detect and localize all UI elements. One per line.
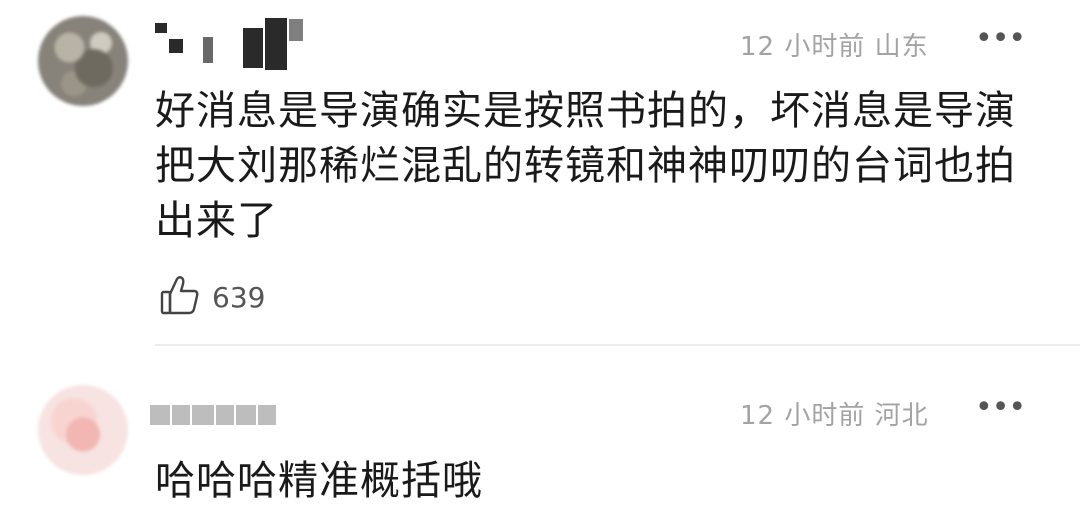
more-options-button[interactable]: ••• <box>975 24 1026 54</box>
like-count: 639 <box>212 280 266 314</box>
more-options-button[interactable]: ••• <box>975 393 1026 423</box>
avatar[interactable] <box>38 16 128 106</box>
username-pixelated[interactable] <box>150 403 276 427</box>
like-button[interactable]: 639 <box>160 274 265 320</box>
comment-text: 好消息是导演确实是按照书拍的，坏消息是导演把大刘那稀烂混乱的转镜和神神叨叨的台词… <box>155 88 1016 244</box>
avatar[interactable] <box>38 385 128 475</box>
comment-meta: 12 小时前 河北 <box>740 401 929 431</box>
thumbs-up-icon <box>160 274 200 320</box>
comment-meta: 12 小时前 山东 <box>740 32 929 62</box>
username-pixelated[interactable] <box>155 10 303 76</box>
divider <box>155 344 1080 346</box>
comment-text: 哈哈哈精准概括哦 <box>155 458 483 504</box>
